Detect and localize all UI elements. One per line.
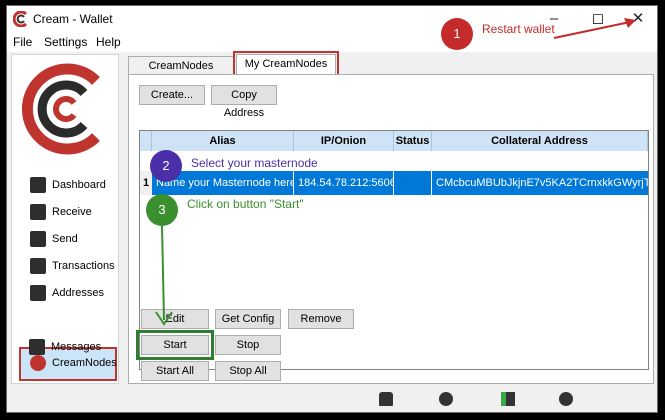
annotation-arrow-1 xyxy=(553,18,636,39)
row-index-header xyxy=(140,131,152,151)
cell-ip: 184.54.78.212:56066 xyxy=(294,171,394,195)
cream-logo-icon xyxy=(13,11,28,27)
window-title: Cream - Wallet xyxy=(33,12,113,26)
sync-icon xyxy=(559,392,573,406)
wallet-icon xyxy=(30,177,46,193)
annotation-badge-2: 2 xyxy=(150,150,182,182)
receive-icon xyxy=(30,204,46,220)
create-button[interactable]: Create... xyxy=(139,85,205,105)
main-content: CreamNodes Network My CreamNodes Create.… xyxy=(128,51,654,384)
sidebar-item-label: Send xyxy=(52,233,78,245)
sidebar-item-label: Messages xyxy=(51,341,102,353)
menu-help[interactable]: Help xyxy=(96,35,121,49)
sidebar-item-transactions[interactable]: Transactions xyxy=(22,256,115,278)
sidebar-item-label: Dashboard xyxy=(52,179,106,191)
transactions-icon xyxy=(30,258,46,274)
annotation-arrow-3 xyxy=(155,225,173,326)
messages-icon xyxy=(29,339,45,355)
column-header-status[interactable]: Status xyxy=(394,131,432,151)
annotation-text-2: Select your masternode xyxy=(191,156,318,170)
annotation-text-1: Restart wallet xyxy=(482,22,555,36)
get-config-button[interactable]: Get Config xyxy=(215,309,281,329)
sidebar: Dashboard Receive Send Transactions Addr… xyxy=(11,54,119,384)
tab-my-creamnodes[interactable]: My CreamNodes xyxy=(233,51,339,79)
status-bar xyxy=(7,386,657,412)
sidebar-item-addresses[interactable]: Addresses xyxy=(22,283,112,305)
menu-file[interactable]: File xyxy=(13,35,32,49)
start-button-highlight xyxy=(136,330,214,360)
copy-address-button[interactable]: Copy Address xyxy=(211,85,277,119)
sidebar-item-send[interactable]: Send xyxy=(22,229,112,251)
sidebar-item-dashboard[interactable]: Dashboard xyxy=(22,175,112,197)
column-header-collateral[interactable]: Collateral Address xyxy=(432,131,648,151)
cream-brand-logo xyxy=(21,63,100,155)
wallet-window: Cream - Wallet – ◻ ✕ File Settings Help … xyxy=(6,5,658,413)
column-header-ip[interactable]: IP/Onion xyxy=(294,131,394,151)
send-icon xyxy=(30,231,46,247)
sidebar-item-label: Transactions xyxy=(52,260,115,272)
row-index: 1 xyxy=(140,171,152,195)
tab-creamnodes-network[interactable]: CreamNodes Network xyxy=(128,56,234,90)
sidebar-item-receive[interactable]: Receive xyxy=(22,202,112,224)
stop-button[interactable]: Stop xyxy=(215,335,281,355)
sidebar-item-messages[interactable]: Messages xyxy=(21,337,111,359)
annotation-badge-3: 3 xyxy=(146,194,178,226)
cell-status xyxy=(394,171,432,195)
annotation-text-3: Click on button "Start" xyxy=(187,197,304,211)
remove-button[interactable]: Remove xyxy=(288,309,354,329)
sidebar-item-label: Receive xyxy=(52,206,92,218)
cell-collateral: CMcbcuMBUbJkjnE7v5KA2TCrnxkkGWyrjT xyxy=(432,171,648,195)
lock-icon xyxy=(379,392,393,406)
tab-panel: Create... Copy Address Alias IP/Onion St… xyxy=(128,74,654,384)
sidebar-item-label: Addresses xyxy=(52,287,104,299)
annotation-badge-1: 1 xyxy=(441,18,473,50)
stop-all-button[interactable]: Stop All xyxy=(215,361,281,381)
menu-settings[interactable]: Settings xyxy=(44,35,87,49)
network-icon xyxy=(501,392,515,406)
addresses-icon xyxy=(30,285,46,301)
staking-icon xyxy=(439,392,453,406)
column-header-alias[interactable]: Alias xyxy=(152,131,294,151)
start-all-button[interactable]: Start All xyxy=(141,361,209,381)
